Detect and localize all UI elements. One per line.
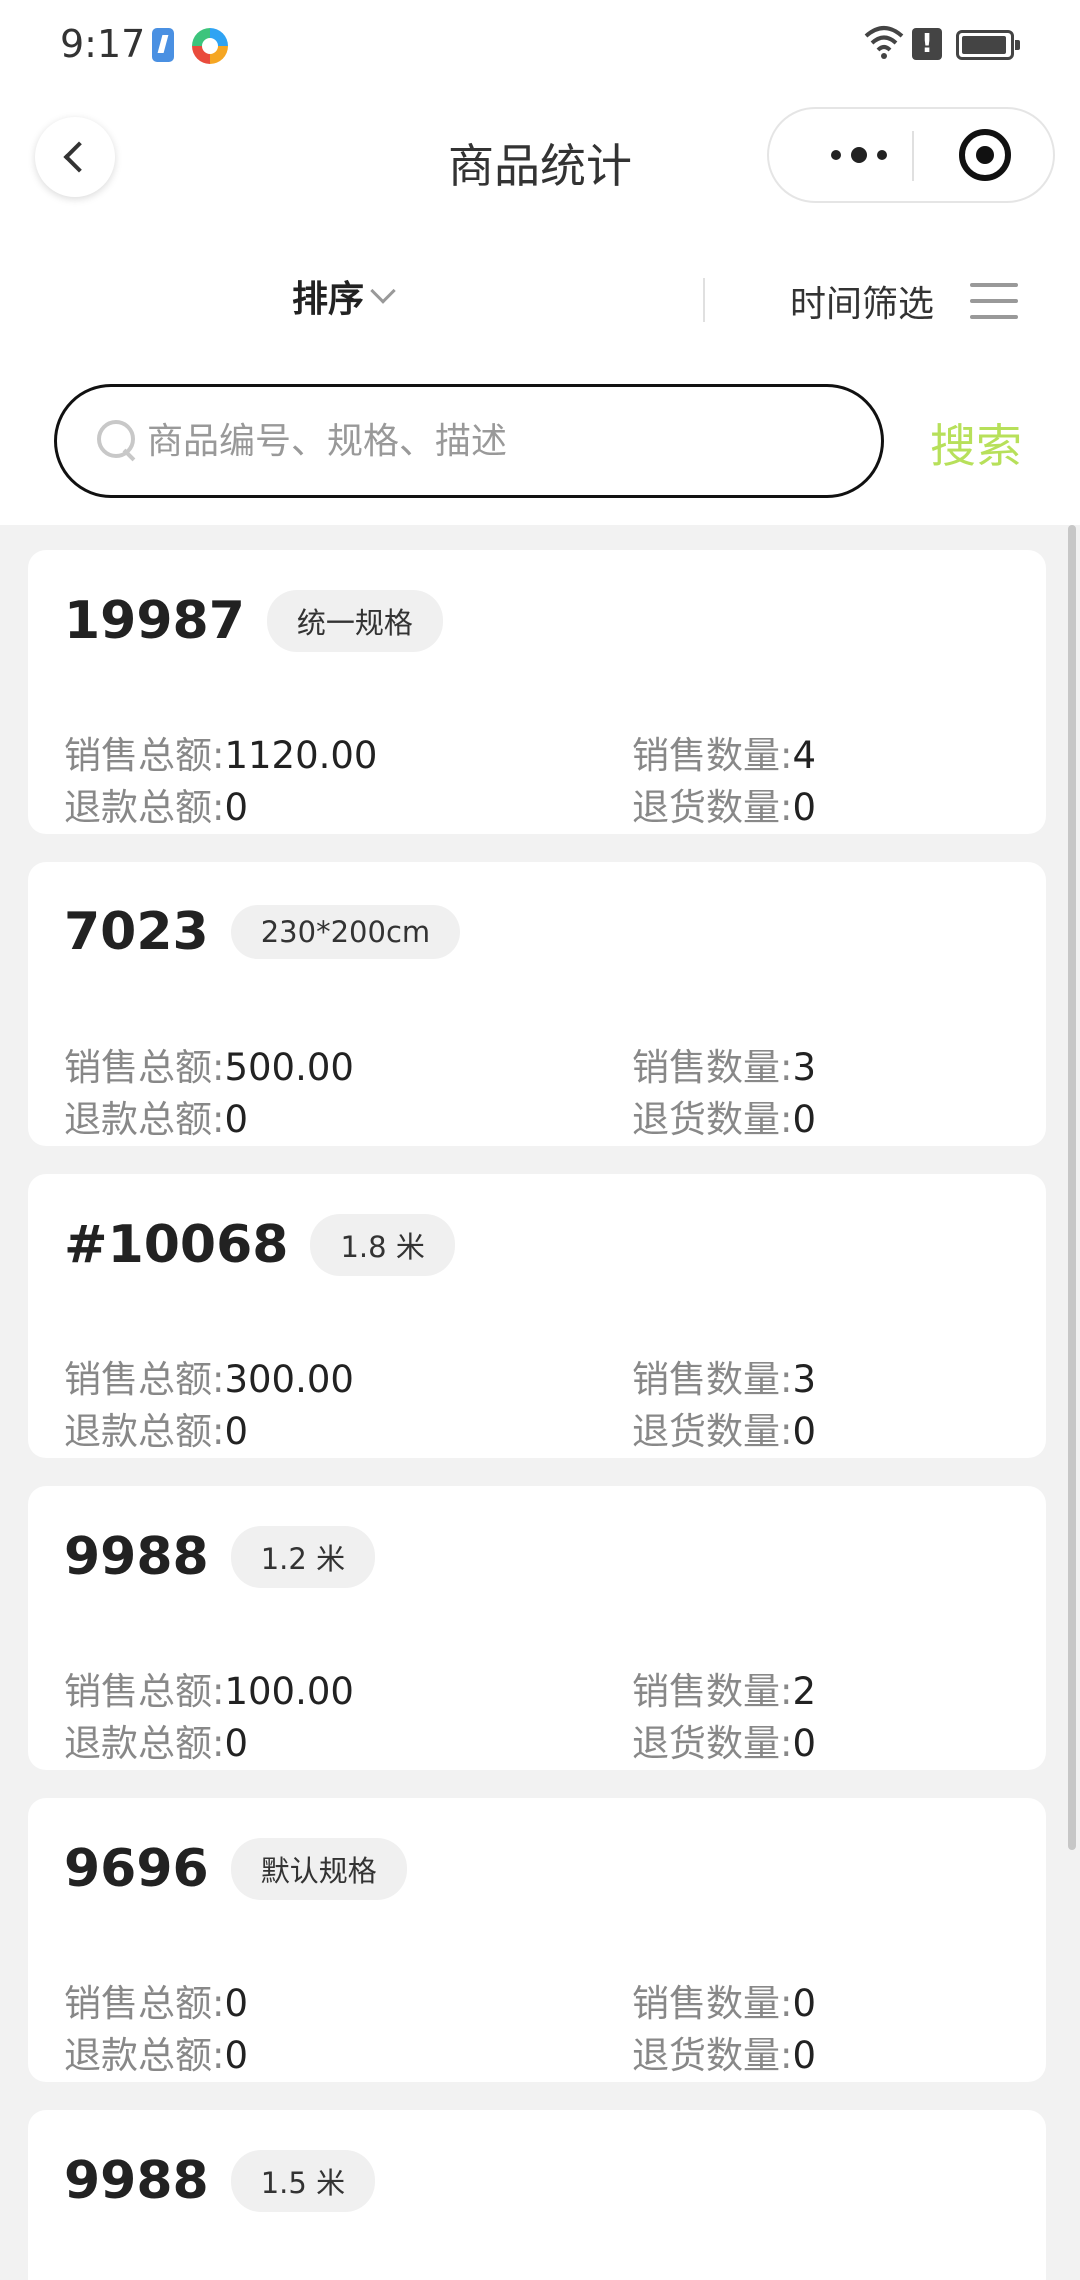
- close-program-button[interactable]: [959, 129, 1011, 181]
- refund-total-row: 退款总额:0: [64, 786, 249, 829]
- card-header: 9988 1.2 米: [64, 1526, 376, 1588]
- menu-icon[interactable]: [970, 283, 1018, 319]
- card-header: 7023 230*200cm: [64, 902, 461, 962]
- search-box: [54, 384, 884, 498]
- sales-qty-value: 2: [792, 1670, 817, 1713]
- status-time: 9:17: [60, 22, 146, 66]
- sales-total-row: 销售总额:1120.00: [64, 734, 378, 777]
- sales-total-value: 0: [224, 1982, 249, 2025]
- spec-badge: 1.2 米: [230, 1526, 376, 1588]
- product-code: 9988: [64, 2151, 209, 2211]
- battery-icon: [956, 30, 1020, 60]
- wifi-icon: [864, 26, 904, 59]
- dot-icon: [831, 150, 841, 160]
- status-bar: 9:17 !: [0, 0, 1080, 95]
- product-code: 7023: [64, 902, 209, 962]
- refund-total-value: 0: [224, 1098, 249, 1141]
- search-input[interactable]: [147, 387, 847, 495]
- return-qty-value: 0: [792, 1410, 817, 1453]
- product-card[interactable]: 7023 230*200cm 销售总额:500.00 销售数量:3 退款总额:0…: [28, 862, 1046, 1146]
- sales-total-value: 1120.00: [224, 734, 378, 777]
- sales-qty-row: 销售数量:2: [632, 1670, 817, 1713]
- sales-qty-row: 销售数量:4: [632, 734, 817, 777]
- return-qty-row: 退货数量:0: [632, 2034, 817, 2077]
- refund-total-row: 退款总额:0: [64, 1098, 249, 1141]
- sales-total-row: 销售总额:0: [64, 1982, 249, 2025]
- refund-total-row: 退款总额:0: [64, 1722, 249, 1765]
- sales-qty-value: 3: [792, 1046, 817, 1089]
- sales-total-value: 500.00: [224, 1046, 354, 1089]
- sales-total-value: 300.00: [224, 1358, 354, 1401]
- sales-total-row: 销售总额:300.00: [64, 1358, 354, 1401]
- sort-label: 排序: [292, 279, 365, 320]
- return-qty-value: 0: [792, 2034, 817, 2077]
- search-icon: [97, 420, 137, 460]
- refund-total-value: 0: [224, 2034, 249, 2077]
- return-qty-row: 退货数量:0: [632, 1722, 817, 1765]
- spec-badge: 1.8 米: [310, 1214, 455, 1276]
- card-header: 9988 1.5 米: [64, 2150, 376, 2212]
- card-header: 19987 统一规格: [64, 590, 443, 652]
- product-card[interactable]: 9988 1.2 米 销售总额:100.00 销售数量:2 退款总额:0 退货数…: [28, 1486, 1046, 1770]
- return-qty-row: 退货数量:0: [632, 1410, 817, 1453]
- sales-qty-value: 4: [792, 734, 817, 777]
- chevron-down-icon: [370, 278, 396, 304]
- filter-divider: [703, 278, 705, 322]
- card-header: 9696 默认规格: [64, 1838, 407, 1900]
- return-qty-value: 0: [792, 1722, 817, 1765]
- search-button[interactable]: 搜索: [930, 410, 1022, 476]
- sales-qty-row: 销售数量:3: [632, 1358, 817, 1401]
- product-card[interactable]: 19987 统一规格 销售总额:1120.00 销售数量:4 退款总额:0 退货…: [28, 550, 1046, 834]
- return-qty-value: 0: [792, 786, 817, 829]
- more-button[interactable]: [809, 109, 909, 201]
- sales-total-row: 销售总额:500.00: [64, 1046, 354, 1089]
- spec-badge: 1.5 米: [230, 2150, 376, 2212]
- refund-total-row: 退款总额:0: [64, 1410, 249, 1453]
- refund-total-row: 退款总额:0: [64, 2034, 249, 2077]
- filter-bar: 排序 时间筛选: [0, 250, 1080, 350]
- dot-icon: [851, 147, 867, 163]
- spec-badge: 默认规格: [230, 1838, 407, 1900]
- time-filter-button[interactable]: 时间筛选: [790, 275, 934, 327]
- product-code: 9696: [64, 1839, 209, 1899]
- sales-total-row: 销售总额:100.00: [64, 1670, 354, 1713]
- refund-total-value: 0: [224, 786, 249, 829]
- product-list[interactable]: 19987 统一规格 销售总额:1120.00 销售数量:4 退款总额:0 退货…: [0, 525, 1080, 2280]
- sales-qty-row: 销售数量:0: [632, 1982, 817, 2025]
- product-card[interactable]: 9988 1.5 米 销售总额:0 销售数量:0 退款总额:0 退货数量:0: [28, 2110, 1046, 2280]
- mini-program-capsule: [767, 107, 1055, 203]
- sales-total-value: 100.00: [224, 1670, 354, 1713]
- spec-badge: 统一规格: [266, 590, 443, 652]
- product-code: 9988: [64, 1527, 209, 1587]
- return-qty-row: 退货数量:0: [632, 786, 817, 829]
- refund-total-value: 0: [224, 1722, 249, 1765]
- sales-qty-value: 3: [792, 1358, 817, 1401]
- scrollbar[interactable]: [1068, 525, 1076, 1850]
- dot-icon: [877, 150, 887, 160]
- capsule-divider: [912, 131, 914, 181]
- app-notification-icon: [192, 28, 228, 64]
- nav-bar: 商品统计: [0, 95, 1080, 220]
- refund-total-value: 0: [224, 1410, 249, 1453]
- sim-alert-icon: !: [912, 28, 942, 60]
- sales-qty-row: 销售数量:3: [632, 1046, 817, 1089]
- product-card[interactable]: 9696 默认规格 销售总额:0 销售数量:0 退款总额:0 退货数量:0: [28, 1798, 1046, 2082]
- card-header: #10068 1.8 米: [64, 1214, 455, 1276]
- return-qty-value: 0: [792, 1098, 817, 1141]
- product-code: 19987: [64, 591, 245, 651]
- sort-dropdown[interactable]: 排序: [292, 270, 396, 322]
- sales-qty-value: 0: [792, 1982, 817, 2025]
- spec-badge: 230*200cm: [230, 905, 461, 959]
- product-card[interactable]: #10068 1.8 米 销售总额:300.00 销售数量:3 退款总额:0 退…: [28, 1174, 1046, 1458]
- return-qty-row: 退货数量:0: [632, 1098, 817, 1141]
- battery-saver-icon: [152, 28, 174, 62]
- product-code: #10068: [64, 1215, 289, 1275]
